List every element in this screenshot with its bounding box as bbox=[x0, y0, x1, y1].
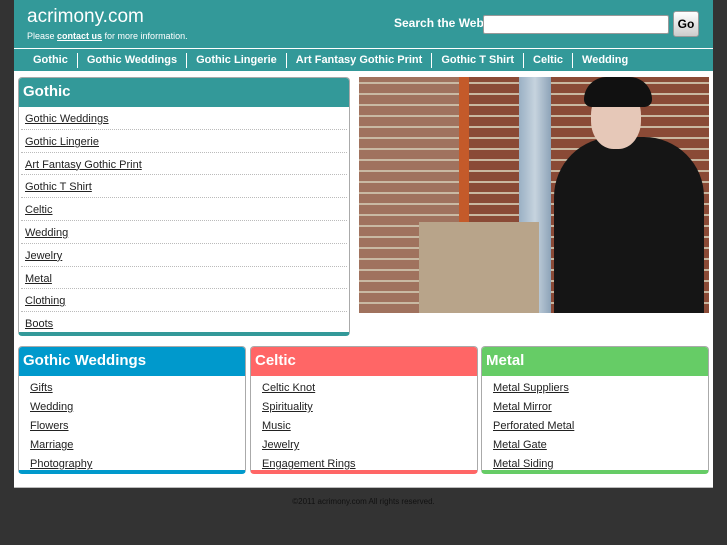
gothic-title: Gothic bbox=[19, 78, 349, 107]
nav-wedding[interactable]: Wedding bbox=[572, 52, 637, 68]
link[interactable]: Gifts bbox=[30, 382, 53, 394]
photo-ledge bbox=[419, 222, 539, 313]
footer-copyright: ©2011 acrimony.com All rights reserved. bbox=[292, 497, 435, 506]
tagline: Please contact us for more information. bbox=[27, 31, 188, 41]
header: acrimony.com Please contact us for more … bbox=[14, 0, 713, 48]
contact-link[interactable]: contact us bbox=[57, 31, 102, 41]
gothic-box: Gothic Gothic Weddings Gothic Lingerie A… bbox=[18, 77, 350, 336]
nav-gothic-t-shirt[interactable]: Gothic T Shirt bbox=[431, 52, 523, 68]
list-item: Marriage bbox=[19, 434, 245, 453]
list-item: Clothing bbox=[21, 289, 347, 313]
hero-photo bbox=[359, 77, 709, 313]
list-item: Celtic bbox=[21, 198, 347, 221]
photo-hair bbox=[584, 77, 652, 107]
list-item: Boots bbox=[21, 312, 347, 332]
link[interactable]: Gothic Lingerie bbox=[25, 136, 99, 148]
link[interactable]: Marriage bbox=[30, 439, 73, 451]
nav-celtic[interactable]: Celtic bbox=[523, 52, 572, 68]
list-item: Metal Suppliers bbox=[482, 377, 708, 396]
box-title: Metal bbox=[482, 347, 708, 376]
list-item: Jewelry bbox=[251, 434, 477, 453]
link[interactable]: Photography bbox=[30, 458, 92, 470]
search-label: Search the Web: bbox=[394, 16, 488, 30]
link[interactable]: Boots bbox=[25, 318, 53, 330]
list-item: Wedding bbox=[21, 221, 347, 244]
metal-box: Metal Metal Suppliers Metal Mirror Perfo… bbox=[481, 346, 709, 474]
link[interactable]: Metal Mirror bbox=[493, 401, 552, 413]
nav-gothic-lingerie[interactable]: Gothic Lingerie bbox=[186, 52, 286, 68]
box-title: Gothic Weddings bbox=[19, 347, 245, 376]
list-item: Jewelry bbox=[21, 244, 347, 267]
celtic-box: Celtic Celtic Knot Spirituality Music Je… bbox=[250, 346, 478, 474]
link[interactable]: Clothing bbox=[25, 295, 65, 307]
link[interactable]: Jewelry bbox=[25, 250, 62, 262]
link[interactable]: Spirituality bbox=[262, 401, 313, 413]
list-item: Flowers bbox=[19, 415, 245, 434]
link[interactable]: Wedding bbox=[30, 401, 73, 413]
link[interactable]: Engagement Rings bbox=[262, 458, 356, 470]
nav-art-fantasy[interactable]: Art Fantasy Gothic Print bbox=[285, 52, 432, 68]
list-item: Gothic Weddings bbox=[21, 107, 347, 130]
list-item: Music bbox=[251, 415, 477, 434]
list-item: Metal Mirror bbox=[482, 396, 708, 415]
search-input[interactable] bbox=[483, 15, 669, 34]
link[interactable]: Celtic Knot bbox=[262, 382, 315, 394]
nav-gothic[interactable]: Gothic bbox=[24, 53, 77, 68]
link[interactable]: Perforated Metal bbox=[493, 420, 574, 432]
link[interactable]: Metal Siding bbox=[493, 458, 554, 470]
top-nav: Gothic Gothic Weddings Gothic Lingerie A… bbox=[14, 49, 713, 71]
link[interactable]: Celtic bbox=[25, 204, 53, 216]
list-item: Metal bbox=[21, 267, 347, 290]
tagline-text: Please bbox=[27, 31, 58, 41]
link[interactable]: Wedding bbox=[25, 227, 68, 239]
list-item: Engagement Rings bbox=[251, 453, 477, 470]
list-item: Celtic Knot bbox=[251, 377, 477, 396]
link[interactable]: Music bbox=[262, 420, 291, 432]
link[interactable]: Gothic Weddings bbox=[25, 113, 109, 125]
site-logo[interactable]: acrimony.com bbox=[27, 6, 144, 28]
page-container: acrimony.com Please contact us for more … bbox=[14, 0, 713, 488]
link[interactable]: Flowers bbox=[30, 420, 69, 432]
list-item: Gothic T Shirt bbox=[21, 175, 347, 199]
list-item: Metal Siding bbox=[482, 453, 708, 470]
list-item: Spirituality bbox=[251, 396, 477, 415]
list-item: Gothic Lingerie bbox=[21, 130, 347, 153]
list-item: Perforated Metal bbox=[482, 415, 708, 434]
box-title: Celtic bbox=[251, 347, 477, 376]
go-button[interactable]: Go bbox=[673, 11, 699, 37]
link[interactable]: Metal Suppliers bbox=[493, 382, 569, 394]
link[interactable]: Art Fantasy Gothic Print bbox=[25, 159, 142, 171]
gothic-weddings-box: Gothic Weddings Gifts Wedding Flowers Ma… bbox=[18, 346, 246, 474]
link[interactable]: Jewelry bbox=[262, 439, 299, 451]
tagline-text-end: for more information. bbox=[102, 31, 188, 41]
link[interactable]: Metal Gate bbox=[493, 439, 547, 451]
link[interactable]: Metal bbox=[25, 273, 52, 285]
nav-gothic-weddings[interactable]: Gothic Weddings bbox=[76, 52, 186, 68]
photo-person bbox=[554, 137, 704, 313]
list-item: Art Fantasy Gothic Print bbox=[21, 153, 347, 176]
list-item: Photography bbox=[19, 453, 245, 470]
list-item: Gifts bbox=[19, 377, 245, 396]
list-item: Metal Gate bbox=[482, 434, 708, 453]
list-item: Wedding bbox=[19, 396, 245, 415]
link[interactable]: Gothic T Shirt bbox=[25, 181, 92, 193]
